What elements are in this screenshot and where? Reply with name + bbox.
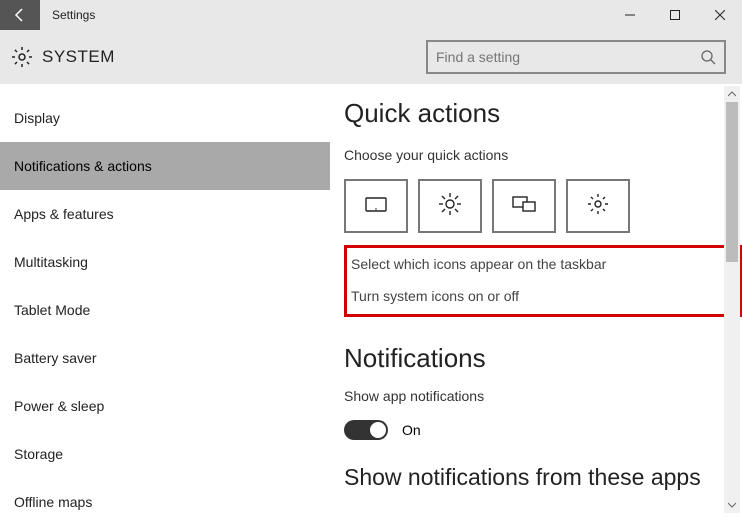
scroll-up-arrow[interactable]: [724, 86, 740, 102]
sidebar: Display Notifications & actions Apps & f…: [0, 84, 330, 517]
search-icon: [700, 49, 716, 65]
sidebar-item-label: Storage: [14, 446, 63, 462]
sidebar-item-label: Display: [14, 110, 60, 126]
tablet-icon: [363, 191, 389, 222]
header: SYSTEM: [0, 30, 742, 84]
gear-icon: [10, 45, 34, 69]
quick-action-tile-settings[interactable]: [566, 179, 630, 233]
sidebar-item-label: Offline maps: [14, 494, 92, 510]
sidebar-item-notifications-actions[interactable]: Notifications & actions: [0, 142, 330, 190]
sidebar-item-label: Apps & features: [14, 206, 114, 222]
sidebar-item-power-sleep[interactable]: Power & sleep: [0, 382, 330, 430]
link-system-icons[interactable]: Turn system icons on or off: [351, 288, 729, 304]
settings-icon: [585, 191, 611, 222]
scrollbar-thumb[interactable]: [726, 102, 738, 262]
minimize-button[interactable]: [607, 0, 652, 30]
sidebar-item-tablet-mode[interactable]: Tablet Mode: [0, 286, 330, 334]
connect-icon: [511, 191, 537, 222]
content-pane: Quick actions Choose your quick actions …: [330, 84, 742, 517]
sidebar-item-apps-features[interactable]: Apps & features: [0, 190, 330, 238]
quick-actions-subheading: Choose your quick actions: [344, 147, 742, 163]
quick-actions-heading: Quick actions: [344, 98, 742, 129]
scroll-down-arrow[interactable]: [724, 497, 740, 513]
window-title: Settings: [40, 8, 95, 22]
highlight-box: Select which icons appear on the taskbar…: [344, 245, 742, 317]
search-input[interactable]: [436, 49, 700, 65]
sidebar-item-label: Multitasking: [14, 254, 88, 270]
brightness-icon: [437, 191, 463, 222]
sidebar-item-multitasking[interactable]: Multitasking: [0, 238, 330, 286]
quick-action-tile-brightness[interactable]: [418, 179, 482, 233]
show-app-notifications-toggle[interactable]: [344, 420, 388, 440]
link-taskbar-icons[interactable]: Select which icons appear on the taskbar: [351, 256, 729, 272]
quick-actions-tiles: [344, 179, 742, 233]
close-button[interactable]: [697, 0, 742, 30]
sidebar-item-offline-maps[interactable]: Offline maps: [0, 478, 330, 526]
sidebar-item-label: Tablet Mode: [14, 302, 90, 318]
back-button[interactable]: [0, 0, 40, 30]
sidebar-item-label: Notifications & actions: [14, 158, 152, 174]
maximize-button[interactable]: [652, 0, 697, 30]
search-box[interactable]: [426, 40, 726, 74]
sidebar-item-label: Power & sleep: [14, 398, 104, 414]
sidebar-item-storage[interactable]: Storage: [0, 430, 330, 478]
section-title: SYSTEM: [42, 47, 115, 67]
quick-action-tile-connect[interactable]: [492, 179, 556, 233]
sidebar-item-display[interactable]: Display: [0, 94, 330, 142]
notifications-heading: Notifications: [344, 343, 742, 374]
titlebar: Settings: [0, 0, 742, 30]
toggle-state-label: On: [402, 422, 421, 438]
show-notifications-apps-heading: Show notifications from these apps: [344, 464, 742, 491]
scrollbar[interactable]: [724, 86, 740, 513]
sidebar-item-label: Battery saver: [14, 350, 96, 366]
quick-action-tile-tablet[interactable]: [344, 179, 408, 233]
show-app-notifications-label: Show app notifications: [344, 388, 742, 404]
sidebar-item-battery-saver[interactable]: Battery saver: [0, 334, 330, 382]
